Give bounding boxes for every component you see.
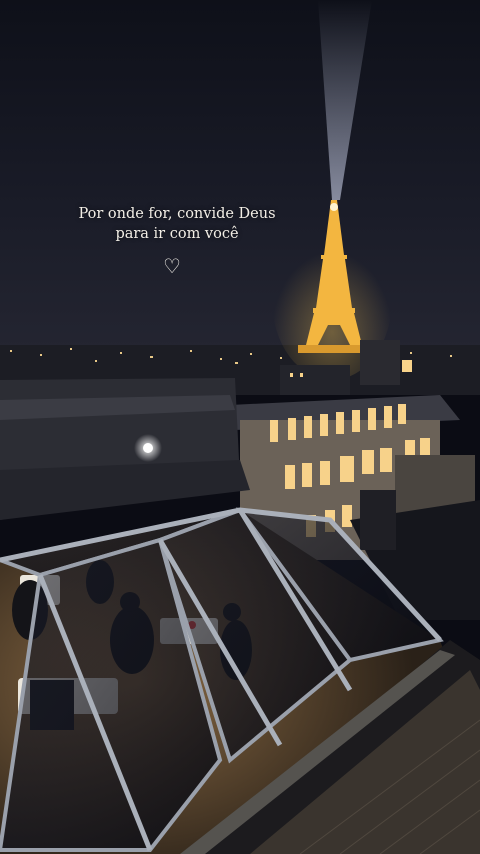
heart-icon: ♡ [163,254,181,278]
night-sky [0,0,480,380]
overlay-caption: Por onde for, convide Deus para ir com v… [60,204,294,244]
night-photo [0,0,480,854]
caption-line-2: para ir com você [115,226,239,242]
caption-line-1: Por onde for, convide Deus [78,206,276,222]
